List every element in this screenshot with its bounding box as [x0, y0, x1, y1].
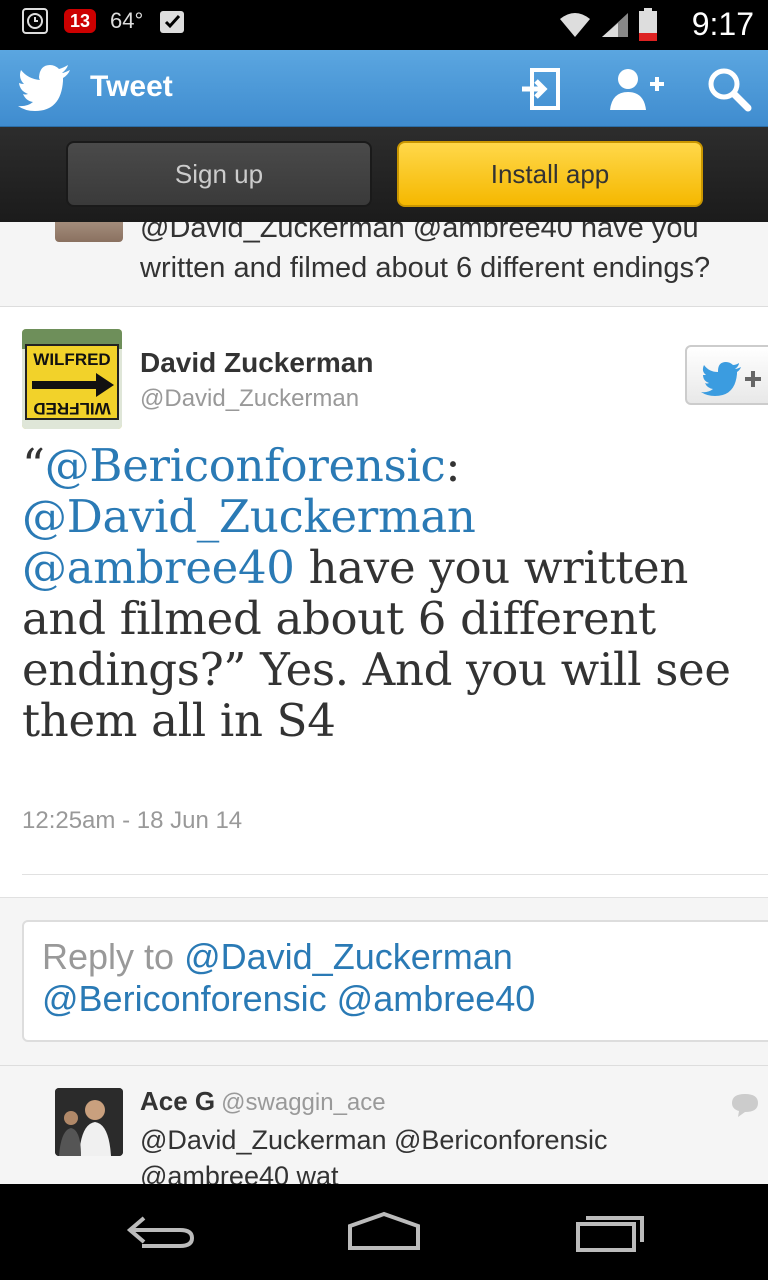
reply-author-name: Ace G: [140, 1086, 216, 1116]
avatar-sign-bottom: WILFRED: [33, 399, 110, 418]
temperature-text: 64°: [110, 8, 144, 33]
main-tweet: WILFRED WILFRED David Zuckerman @David_Z…: [0, 307, 768, 897]
avatar-sign-top: WILFRED: [33, 350, 110, 369]
wilfred-sign-image: WILFRED WILFRED: [22, 329, 122, 429]
tweet-content: @David_Zuckerman @ambree40 have you writ…: [0, 222, 768, 1184]
sign-in-icon[interactable]: [518, 66, 564, 112]
reply-tweet-text: @David_Zuckerman @Bericonforensic @ambre…: [140, 1125, 608, 1184]
avatar[interactable]: [55, 1088, 123, 1156]
mention-link[interactable]: @Bericonforensic: [45, 439, 446, 492]
author-name[interactable]: David Zuckerman: [140, 347, 373, 379]
signup-bar: Sign up Install app: [0, 127, 768, 222]
conversation-icon: [732, 1094, 758, 1117]
open-quote: “: [22, 439, 45, 492]
check-icon: [160, 11, 185, 33]
install-app-button[interactable]: Install app: [397, 141, 703, 207]
previous-tweet-text: @David_Zuckerman @ambree40 have you writ…: [140, 222, 768, 288]
author-avatar[interactable]: WILFRED WILFRED: [22, 329, 122, 429]
sign-up-button[interactable]: Sign up: [66, 141, 372, 207]
previous-tweet-line1: @David_Zuckerman @ambree40 have you: [140, 222, 699, 244]
signal-icon: [602, 13, 628, 37]
reply-author[interactable]: Ace G @swaggin_ace: [140, 1086, 386, 1117]
follow-bird-plus-icon: [701, 362, 761, 396]
divider: [22, 874, 768, 875]
status-left: 13 64°: [20, 6, 187, 36]
battery-icon: [639, 8, 657, 41]
reply-tweet[interactable]: Ace G @swaggin_ace @David_Zuckerman @Beri…: [0, 1065, 768, 1184]
follow-button[interactable]: [685, 345, 768, 405]
status-right: [558, 8, 658, 42]
mention-link[interactable]: @ambree40: [22, 541, 295, 594]
page-title: Tweet: [90, 70, 173, 103]
system-nav-bar: [0, 1184, 768, 1280]
back-icon[interactable]: [122, 1210, 202, 1254]
tweet-text: “@Bericonforensic: @David_Zuckerman @amb…: [22, 440, 762, 746]
author-handle[interactable]: @David_Zuckerman: [140, 385, 359, 413]
reply-mention: @David_Zuckerman: [184, 936, 513, 977]
app-action-bar: Tweet: [0, 50, 768, 127]
wifi-icon: [560, 13, 590, 37]
clock-text: 9:17: [691, 6, 754, 42]
mention-link[interactable]: @David_Zuckerman: [22, 490, 476, 543]
reply-prefix: Reply to: [42, 936, 175, 977]
recent-apps-icon[interactable]: [570, 1210, 650, 1254]
reply-input[interactable]: Reply to @David_Zuckerman @Bericonforens…: [22, 920, 768, 1042]
notification-badge: 13: [64, 9, 97, 33]
previous-tweet-line2: written and filmed about 6 different end…: [140, 252, 711, 284]
home-icon[interactable]: [344, 1210, 424, 1254]
status-bar: 13 64° 9:17: [0, 0, 768, 50]
alarm-icon: [22, 8, 48, 34]
add-user-icon[interactable]: [610, 66, 666, 112]
colon-text: :: [445, 439, 461, 492]
reply-mention: @Bericonforensic @ambree40: [42, 978, 536, 1019]
avatar[interactable]: [55, 222, 123, 242]
reply-area: Reply to @David_Zuckerman @Bericonforens…: [0, 897, 768, 1065]
previous-tweet[interactable]: @David_Zuckerman @ambree40 have you writ…: [0, 222, 768, 307]
avatar-photo: [55, 1088, 123, 1156]
reply-author-handle: @swaggin_ace: [221, 1089, 386, 1116]
tweet-timestamp[interactable]: 12:25am - 18 Jun 14: [22, 807, 242, 835]
twitter-bird-icon[interactable]: [18, 64, 72, 112]
search-icon[interactable]: [706, 66, 752, 112]
